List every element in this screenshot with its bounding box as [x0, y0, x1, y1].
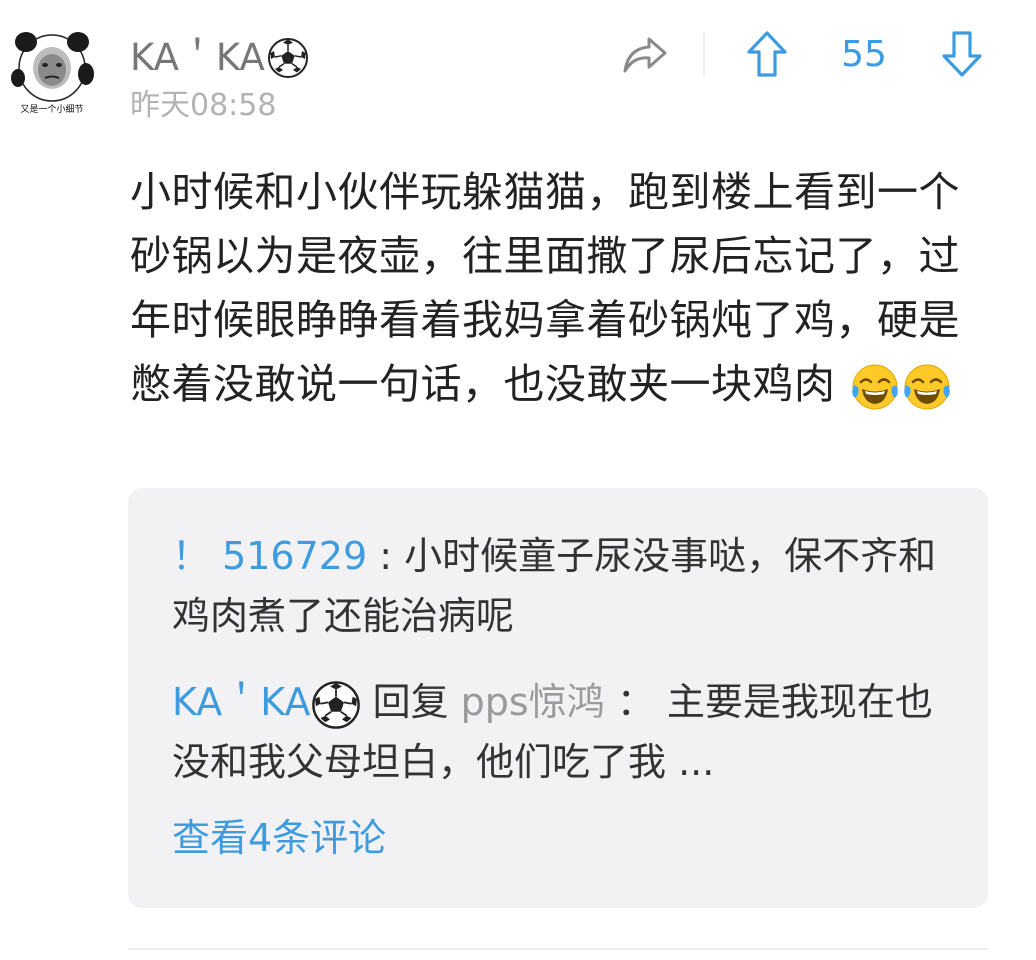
reply-separator: ：: [604, 680, 655, 724]
soccer-ball-icon: [267, 37, 309, 79]
username-text: KA＇KA: [130, 36, 265, 79]
post-content: 小时候和小伙伴玩躲猫猫，跑到楼上看到一个砂锅以为是夜壶，往里面撒了尿后忘记了，过…: [130, 160, 998, 416]
post-content-text: 小时候和小伙伴玩躲猫猫，跑到楼上看到一个砂锅以为是夜壶，往里面撒了尿后忘记了，过…: [130, 168, 960, 408]
post-timestamp: 昨天08:58: [130, 88, 277, 123]
reply-author[interactable]: ！ 516729: [172, 534, 367, 578]
tears-of-joy-icon: [901, 361, 953, 413]
view-all-comments-link[interactable]: 查看4条评论: [172, 810, 386, 866]
arrow-up-icon: [747, 31, 787, 77]
soccer-ball-icon: [311, 680, 361, 730]
action-divider: [703, 32, 705, 76]
share-arrow-icon: [623, 37, 667, 73]
reply-item[interactable]: KA＇KA 回复 pps惊鸿 ： 主要是我现在也没和我父母坦白，他们吃了我 ..…: [172, 672, 952, 792]
reply-preview-card[interactable]: ！ 516729 : 小时候童子尿没事哒，保不齐和鸡肉煮了还能治病呢 KA＇KA: [128, 488, 988, 908]
reply-author[interactable]: KA＇KA: [172, 680, 311, 724]
arrow-down-icon: [942, 31, 982, 77]
reply-target-user[interactable]: pps惊鸿: [461, 680, 605, 724]
tears-of-joy-icon: [849, 361, 901, 413]
avatar[interactable]: 又是一个小细节: [8, 28, 96, 116]
downvote-button[interactable]: [936, 26, 988, 82]
vote-score: 55: [841, 34, 887, 75]
reply-word: 回复: [360, 680, 461, 724]
reply-separator: :: [367, 534, 405, 578]
upvote-button[interactable]: [741, 26, 793, 82]
svg-text:又是一个小细节: 又是一个小细节: [20, 103, 83, 115]
share-button[interactable]: [618, 28, 672, 82]
reply-item[interactable]: ！ 516729 : 小时候童子尿没事哒，保不齐和鸡肉煮了还能治病呢: [172, 526, 952, 646]
panda-meme-avatar-image: 又是一个小细节: [11, 32, 94, 115]
bottom-divider: [128, 948, 988, 950]
username[interactable]: KA＇KA: [130, 34, 309, 82]
